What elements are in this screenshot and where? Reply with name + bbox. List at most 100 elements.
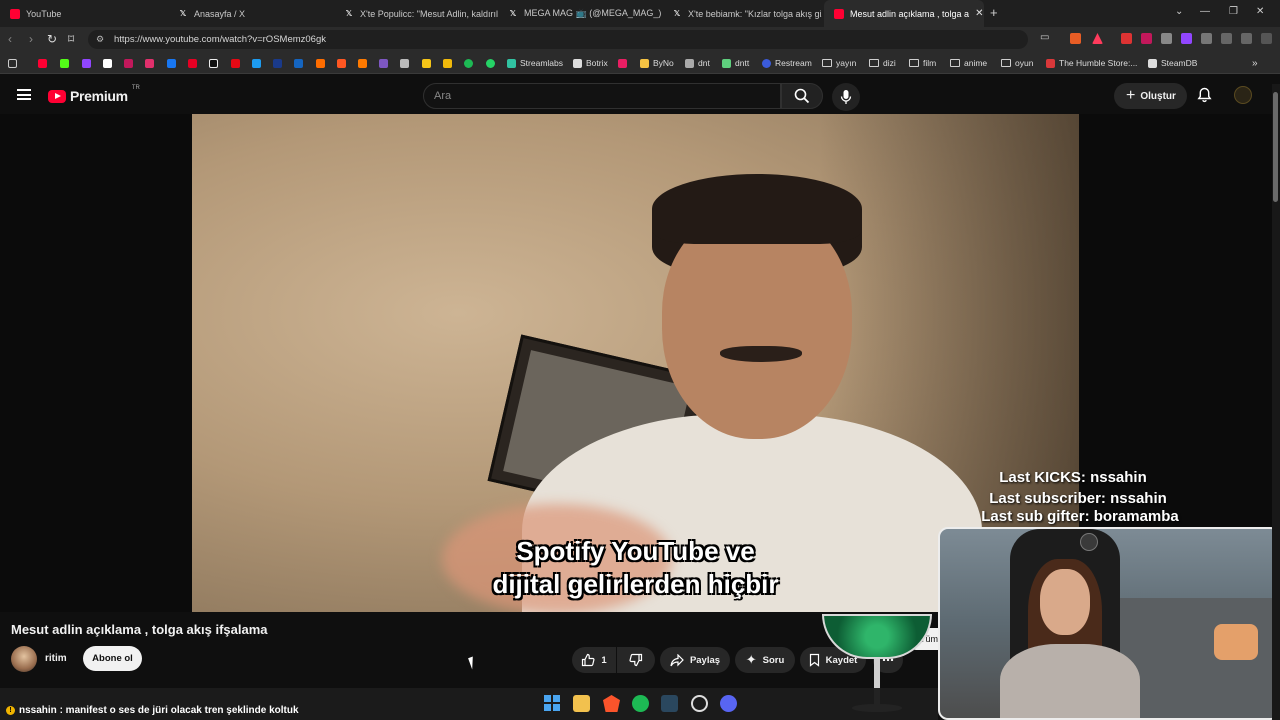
ai-icon[interactable] xyxy=(1241,33,1252,44)
site-settings-icon[interactable]: ⚙ xyxy=(96,34,104,45)
tab-x-bebiamk[interactable]: 𝕏 X'te bebiamk: "Kızlar tolga akış gizem xyxy=(662,0,822,27)
webcam-overlay xyxy=(938,527,1280,720)
like-button[interactable]: 1 xyxy=(572,647,616,673)
folder-icon xyxy=(909,59,919,67)
cast-icon[interactable]: ▭ xyxy=(1040,32,1049,43)
x-bookmark-icon[interactable] xyxy=(103,57,112,69)
ask-button[interactable]: ✦ Soru xyxy=(735,647,795,673)
extensions-icon[interactable] xyxy=(1201,33,1212,44)
extension-icon[interactable] xyxy=(1161,33,1172,44)
netflix-bookmark-icon[interactable] xyxy=(231,57,240,69)
discord-icon[interactable] xyxy=(720,695,737,712)
youtube-play-icon xyxy=(48,89,66,103)
bookmark-icon[interactable] xyxy=(422,57,431,69)
pinterest-bookmark-icon[interactable] xyxy=(188,57,197,69)
bookmark-folder-oyun[interactable]: oyun xyxy=(1001,57,1033,69)
youtube-logo[interactable]: Premium TR xyxy=(48,85,140,104)
bookmark-folder-dizi[interactable]: dizi xyxy=(869,57,896,69)
logo-text: Premium xyxy=(70,88,128,104)
steam-icon[interactable] xyxy=(661,695,678,712)
bookmark-icon[interactable] xyxy=(124,57,133,69)
tab-youtube[interactable]: YouTube xyxy=(0,0,168,27)
bookmark-humble-store[interactable]: The Humble Store:... xyxy=(1046,57,1137,69)
bookmark-folder-yayin[interactable]: yayın xyxy=(822,57,856,69)
bookmark-icon[interactable] xyxy=(273,57,282,69)
instagram-bookmark-icon[interactable] xyxy=(145,57,154,69)
youtube-bookmark-icon[interactable] xyxy=(38,57,47,69)
tab-active-video[interactable]: Mesut adlin açıklama , tolga a ✕ xyxy=(824,0,984,27)
bookmark-icon[interactable] xyxy=(618,57,627,69)
bookmark-icon[interactable] xyxy=(316,57,325,69)
tab-x-home[interactable]: 𝕏 Anasayfa / X xyxy=(168,0,334,27)
bookmark-byno[interactable]: ByNo xyxy=(640,57,674,69)
windows-start-icon[interactable] xyxy=(544,695,561,712)
tab-x-megamag[interactable]: 𝕏 MEGA MAG 📺 (@MEGA_MAG_) / X xyxy=(498,0,662,27)
facebook-bookmark-icon[interactable] xyxy=(167,57,176,69)
plus-icon: + xyxy=(1126,87,1136,104)
voice-search-button[interactable] xyxy=(832,83,860,111)
youtube-icon xyxy=(834,8,844,19)
bookmark-dnt[interactable]: dnt xyxy=(685,57,710,69)
person-hair-top xyxy=(652,174,862,244)
search-input[interactable]: Ara xyxy=(423,83,781,109)
channel-avatar[interactable] xyxy=(11,646,37,672)
menu-icon[interactable] xyxy=(17,89,31,100)
url-field[interactable]: ⚙ https://www.youtube.com/watch?v=rOSMem… xyxy=(88,30,1028,49)
menu-icon[interactable] xyxy=(1261,33,1272,44)
bookmark-icon[interactable] xyxy=(337,57,346,69)
bookmark-icon[interactable] xyxy=(379,57,388,69)
reload-icon[interactable]: ↻ xyxy=(47,32,57,46)
tiktok-bookmark-icon[interactable] xyxy=(209,57,218,69)
minimize-button[interactable]: — xyxy=(1200,6,1210,17)
twitch-extension-icon[interactable] xyxy=(1181,33,1192,44)
bookmark-icon[interactable] xyxy=(358,57,367,69)
close-tab-icon[interactable]: ✕ xyxy=(975,8,983,19)
tab-search-icon[interactable]: ⌄ xyxy=(1175,6,1183,17)
brave-shield-icon[interactable] xyxy=(1070,33,1081,44)
bookmark-botrix[interactable]: Botrix xyxy=(573,57,608,69)
binance-bookmark-icon[interactable] xyxy=(443,57,452,69)
extension-icon[interactable] xyxy=(1121,33,1132,44)
search-button[interactable] xyxy=(781,83,823,109)
scrollbar-thumb[interactable] xyxy=(1273,92,1278,202)
folder-icon xyxy=(869,59,879,67)
account-avatar[interactable] xyxy=(1234,86,1252,104)
bookmark-folder-film[interactable]: film xyxy=(909,57,936,69)
extension-icon[interactable] xyxy=(1141,33,1152,44)
spotify-bookmark-icon[interactable] xyxy=(464,57,473,69)
bookmark-icon[interactable] xyxy=(400,57,409,69)
media-icon[interactable] xyxy=(1221,33,1232,44)
bookmark-folder-anime[interactable]: anime xyxy=(950,57,987,69)
whatsapp-bookmark-icon[interactable] xyxy=(486,57,495,69)
new-tab-button[interactable]: + xyxy=(990,5,998,20)
forward-icon[interactable]: › xyxy=(29,32,33,46)
share-label: Paylaş xyxy=(689,654,721,666)
bookmark-dntt[interactable]: dntt xyxy=(722,57,749,69)
bookmark-icon[interactable] xyxy=(252,57,261,69)
bookmark-icon[interactable] xyxy=(294,57,303,69)
close-window-button[interactable]: ✕ xyxy=(1256,6,1264,17)
channel-name[interactable]: ritim xyxy=(45,653,67,664)
notifications-icon[interactable] xyxy=(1197,87,1212,108)
apps-icon[interactable] xyxy=(8,57,17,69)
kick-bookmark-icon[interactable] xyxy=(60,57,69,69)
bookmark-icon[interactable]: ⌑ xyxy=(68,32,74,46)
dislike-button[interactable] xyxy=(617,647,655,673)
page-scrollbar[interactable] xyxy=(1272,84,1280,720)
bookmark-label: yayın xyxy=(836,58,857,68)
share-button[interactable]: Paylaş xyxy=(660,647,730,673)
create-button[interactable]: + Oluştur xyxy=(1114,83,1187,109)
subscribe-button[interactable]: Abone ol xyxy=(83,646,142,671)
twitch-bookmark-icon[interactable] xyxy=(82,57,91,69)
more-bookmarks-icon[interactable]: » xyxy=(1252,57,1258,69)
spotify-icon[interactable] xyxy=(632,695,649,712)
bookmark-restream[interactable]: Restream xyxy=(762,57,812,69)
maximize-button[interactable]: ❐ xyxy=(1229,6,1238,17)
bookmark-steamdb[interactable]: SteamDB xyxy=(1148,57,1197,69)
back-icon[interactable]: ‹ xyxy=(8,32,12,46)
bookmark-label: anime xyxy=(964,58,988,68)
obs-icon[interactable] xyxy=(691,695,708,712)
tab-x-populicc[interactable]: 𝕏 X'te Populicc: "Mesut Adlin, kaldırıla… xyxy=(334,0,498,27)
file-explorer-icon[interactable] xyxy=(573,695,590,712)
bookmark-streamlabs[interactable]: Streamlabs xyxy=(507,57,563,69)
